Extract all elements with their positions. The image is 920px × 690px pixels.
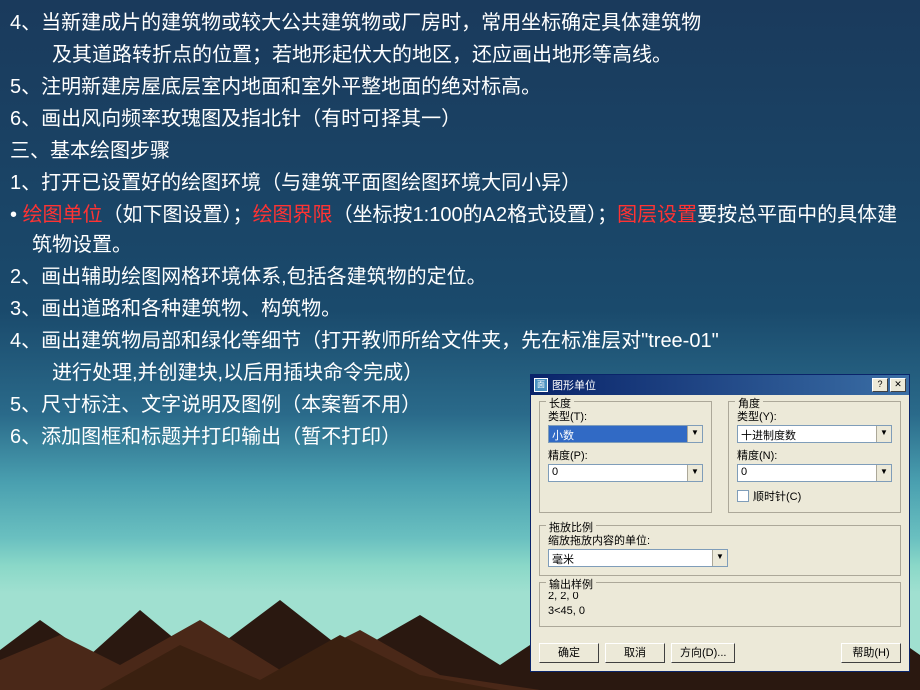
chevron-down-icon[interactable]: ▼ — [876, 465, 891, 481]
angle-precision-combo[interactable]: 0 ▼ — [737, 464, 892, 482]
chevron-down-icon[interactable]: ▼ — [687, 426, 702, 442]
angle-type-combo[interactable]: 十进制度数 ▼ — [737, 425, 892, 443]
step-4: 4、画出建筑物局部和绿化等细节（打开教师所给文件夹，先在标准层对"tree-01… — [10, 326, 910, 356]
chevron-down-icon[interactable]: ▼ — [687, 465, 702, 481]
drag-scale-group: 拖放比例 缩放拖放内容的单位: 毫米 ▼ — [539, 525, 901, 576]
dialog-title: 图形单位 — [552, 377, 872, 393]
precision-label: 精度(N): — [737, 447, 892, 463]
sample-line-1: 2, 2, 0 — [548, 589, 892, 603]
dialog-icon: 面 — [534, 378, 548, 392]
length-type-combo[interactable]: 小数 ▼ — [548, 425, 703, 443]
clockwise-checkbox[interactable]: 顺时针(C) — [737, 488, 892, 504]
help-icon[interactable]: ? — [872, 378, 888, 392]
section-3-heading: 三、基本绘图步骤 — [10, 136, 910, 166]
cancel-button[interactable]: 取消 — [605, 643, 665, 663]
close-icon[interactable]: ✕ — [890, 378, 906, 392]
step-1-bullet: • 绘图单位（如下图设置）；绘图界限（坐标按1:100的A2格式设置）；图层设置… — [10, 200, 910, 260]
sample-group: 输出样例 2, 2, 0 3<45, 0 — [539, 582, 901, 627]
length-group: 长度 类型(T): 小数 ▼ 精度(P): 0 ▼ — [539, 401, 712, 513]
direction-button[interactable]: 方向(D)... — [671, 643, 735, 663]
chevron-down-icon[interactable]: ▼ — [712, 550, 727, 566]
item-6: 6、画出风向频率玫瑰图及指北针（有时可择其一） — [10, 104, 910, 134]
drag-label: 缩放拖放内容的单位: — [548, 532, 892, 548]
item-4-cont: 及其道路转折点的位置；若地形起伏大的地区，还应画出地形等高线。 — [10, 40, 910, 70]
help-button[interactable]: 帮助(H) — [841, 643, 901, 663]
sample-line-2: 3<45, 0 — [548, 604, 892, 618]
step-1: 1、打开已设置好的绘图环境（与建筑平面图绘图环境大同小异） — [10, 168, 910, 198]
units-dialog: 面 图形单位 ? ✕ 长度 类型(T): 小数 ▼ 精度(P): 0 ▼ — [530, 374, 910, 672]
item-4: 4、当新建成片的建筑物或较大公共建筑物或厂房时，常用坐标确定具体建筑物 — [10, 8, 910, 38]
dialog-titlebar[interactable]: 面 图形单位 ? ✕ — [531, 375, 909, 395]
step-2: 2、画出辅助绘图网格环境体系,包括各建筑物的定位。 — [10, 262, 910, 292]
precision-label: 精度(P): — [548, 447, 703, 463]
length-precision-combo[interactable]: 0 ▼ — [548, 464, 703, 482]
ok-button[interactable]: 确定 — [539, 643, 599, 663]
checkbox-icon[interactable] — [737, 490, 749, 502]
step-3: 3、画出道路和各种建筑物、构筑物。 — [10, 294, 910, 324]
angle-group: 角度 类型(Y): 十进制度数 ▼ 精度(N): 0 ▼ 顺时针(C) — [728, 401, 901, 513]
item-5: 5、注明新建房屋底层室内地面和室外平整地面的绝对标高。 — [10, 72, 910, 102]
drag-unit-combo[interactable]: 毫米 ▼ — [548, 549, 728, 567]
chevron-down-icon[interactable]: ▼ — [876, 426, 891, 442]
